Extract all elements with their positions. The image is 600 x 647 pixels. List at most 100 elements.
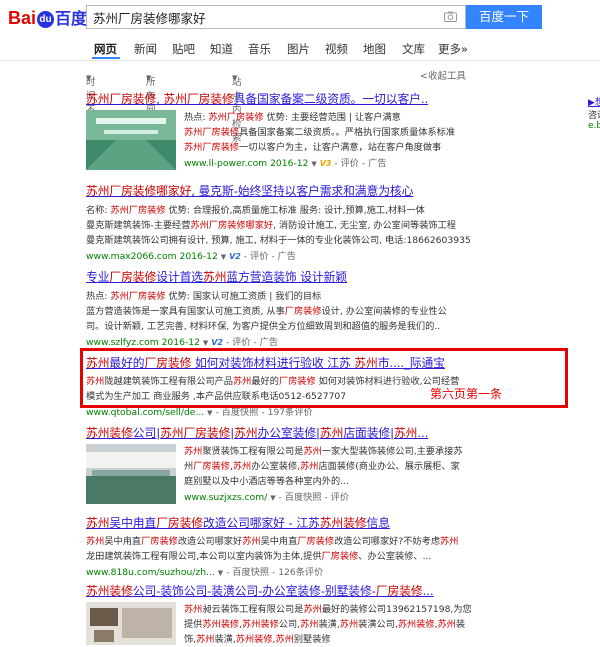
result-date: 2016-12: [270, 158, 309, 169]
title-text: ,: [156, 92, 164, 106]
result-snippet: 蓝方营造装饰是一家具有国家认可施工资质, 从事厂房装修设计, 办公室间装修的专业…: [86, 306, 447, 317]
result-title[interactable]: 苏州厂房装修哪家好, 曼克斯-始终坚持以客户需求和满意为核心: [86, 182, 486, 199]
collapse-tools-link[interactable]: <收起工具: [420, 68, 466, 82]
result-url[interactable]: www.max2066.com: [86, 251, 177, 262]
result-snippet: 苏州吴中甪直厂房装修改造公司哪家好苏州吴中甪直厂房装修改造公司哪家好?不妨考虑苏…: [86, 536, 459, 547]
tab-news[interactable]: 新闻: [134, 41, 157, 57]
result-snippet: 苏州昶云装饰工程有限公司是苏州最好的装修公司13962157198,为您: [184, 604, 472, 615]
v2-badge-icon[interactable]: V2: [211, 338, 223, 347]
result-7: 苏州装修公司-装饰公司-装潢公司-办公室装修-别墅装修-厂房装修... 苏州昶云…: [86, 582, 486, 645]
tab-music[interactable]: 音乐: [248, 41, 271, 57]
tab-wenku[interactable]: 文库: [402, 41, 425, 57]
search-box: [86, 5, 466, 29]
result-snippet: 苏州厂房装修具备国家备案二级资质。。严格执行国家质量体系标准: [184, 127, 456, 138]
caret-down-icon: ▼: [232, 74, 238, 82]
result-body: 苏州吴中甪直厂房装修改造公司哪家好苏州吴中甪直厂房装修改造公司哪家好?不妨考虑苏…: [86, 534, 486, 578]
result-snippet: 热点: 苏州厂房装修 优势: 主要经营范围 | 让客户满意: [184, 112, 401, 123]
right-ad-text: 咨讯: [588, 111, 600, 121]
result-title[interactable]: 专业厂房装修设计首选苏州蓝方营造装饰 设计新颖: [86, 268, 486, 285]
result-url[interactable]: www.qtobal.com/sell/de...: [86, 407, 204, 418]
result-snippet: 名称: 苏州厂房装修 优势: 合理报价,高质量施工标准 服务: 设计,预算,施工…: [86, 205, 425, 216]
result-meta[interactable]: - 评价 - 广告: [331, 158, 386, 169]
title-text: 具备国家备案二级资质。一切以客户..: [233, 92, 429, 106]
search-button[interactable]: 百度一下: [466, 5, 542, 29]
search-tools: 时间不限 ▼ 所有网页和文件 ▼ 站点内检索 ▼ <收起工具: [0, 62, 600, 172]
result-snippet: 州厂房装修,苏州办公室装修,苏州店面装修(商业办公、展示展柜、家: [184, 461, 460, 472]
result-url[interactable]: www.suzjxzs.com/: [184, 492, 267, 503]
caret-down-icon: ▼: [220, 253, 227, 261]
header: Baidu百度 百度一下: [0, 0, 600, 34]
result-url[interactable]: www.ll-power.com: [184, 158, 267, 169]
tab-map[interactable]: 地图: [363, 41, 386, 57]
title-highlight: 苏州厂房装修: [86, 92, 157, 106]
result-snippet: 龙田建筑装饰工程有限公司,本公司以室内装饰为主体,提供厂房装修、办公室装修、..…: [86, 551, 432, 562]
result-title[interactable]: 苏州装修公司|苏州厂房装修|苏州办公室装修|苏州店面装修|苏州...: [86, 424, 486, 441]
result-url-line: www.szlfyz.com 2016-12 ▼ V2 - 评价 - 广告: [86, 334, 486, 348]
result-snippet: 司。设计新颖, 工艺完善, 材料环保, 为客户提供全方位细致周到和超值的服务是我…: [86, 321, 441, 332]
tab-zhidao[interactable]: 知道: [210, 41, 233, 57]
title-text: 苏州吴中甪直厂房装修改造公司哪家好 - 江苏苏州装修信息: [86, 516, 390, 530]
result-url-line: www.max2066.com 2016-12 ▼ V2 - 评价 - 广告: [86, 248, 486, 262]
result-body: 名称: 苏州厂房装修 优势: 合理报价,高质量施工标准 服务: 设计,预算,施工…: [86, 203, 486, 262]
title-highlight: 苏州厂房装修: [163, 92, 234, 106]
baidu-logo[interactable]: Bai du 百度: [8, 6, 88, 30]
result-url[interactable]: www.szlfyz.com: [86, 337, 159, 348]
result-title[interactable]: 苏州装修公司-装饰公司-装潢公司-办公室装修-别墅装修-厂房装修...: [86, 582, 486, 599]
title-text: , 曼克斯-始终坚持以客户需求和满意为核心: [191, 184, 414, 198]
result-thumbnail[interactable]: [86, 110, 176, 170]
tab-tieba[interactable]: 贴吧: [172, 41, 195, 57]
logo-text: Bai: [8, 8, 37, 28]
tab-more[interactable]: 更多»: [438, 41, 468, 57]
result-meta[interactable]: - 评价 - 广告: [241, 251, 296, 262]
result-snippet: 苏州聚贤装饰工程有限公司是苏州一家大型装饰装修公司,主要承接苏: [184, 446, 463, 457]
result-thumbnail[interactable]: [86, 444, 176, 504]
tab-web[interactable]: 网页: [94, 41, 117, 57]
right-ad-title[interactable]: ▶想: [588, 95, 600, 108]
paw-icon: du: [37, 11, 55, 28]
result-body: 热点: 苏州厂房装修 优势: 主要经营范围 | 让客户满意 苏州厂房装修具备国家…: [184, 110, 484, 169]
result-meta[interactable]: - 百度快照 - 197条评价: [213, 407, 312, 418]
result-3: 专业厂房装修设计首选苏州蓝方营造装饰 设计新颖 热点: 苏州厂房装修 优势: 国…: [86, 268, 486, 348]
result-url-line: www.818u.com/suzhou/zh... ▼ - 百度快照 - 126…: [86, 564, 486, 578]
result-title[interactable]: 苏州厂房装修, 苏州厂房装修具备国家备案二级资质。一切以客户..: [86, 90, 486, 107]
search-input[interactable]: [93, 6, 433, 28]
logo-text-cn: 百度: [55, 11, 88, 28]
title-text: 专业厂房装修设计首选苏州蓝方营造装饰 设计新颖: [86, 270, 348, 284]
annotation-label: 第六页第一条: [430, 387, 503, 401]
result-body: 苏州聚贤装饰工程有限公司是苏州一家大型装饰装修公司,主要承接苏 州厂房装修,苏州…: [184, 444, 484, 503]
result-date: 2016-12: [179, 251, 218, 262]
vertical-tabs: 网页 新闻 贴吧 知道 音乐 图片 视频 地图 文库 更多»: [0, 34, 600, 61]
title-text: 苏州装修公司|苏州厂房装修|苏州办公室装修|苏州店面装修|苏州...: [86, 426, 429, 440]
result-5: 苏州装修公司|苏州厂房装修|苏州办公室装修|苏州店面装修|苏州... 苏州聚贤装…: [86, 424, 486, 504]
result-snippet: 提供苏州装修,苏州装修公司,苏州装潢,苏州装潢公司,苏州装修,苏州装: [184, 619, 466, 630]
result-date: 2016-12: [161, 337, 200, 348]
result-title[interactable]: 苏州吴中甪直厂房装修改造公司哪家好 - 江苏苏州装修信息: [86, 514, 486, 531]
tab-video[interactable]: 视频: [325, 41, 348, 57]
result-url-line: www.suzjxzs.com/ ▼ - 百度快照 - 评价: [184, 489, 484, 503]
caret-down-icon: ▼: [311, 160, 317, 168]
result-snippet: 曼克斯建筑装饰公司拥有设计, 预算, 施工, 材料于一体的专业化装饰公司, 电话…: [86, 235, 471, 246]
result-snippet: 曼克斯建筑装饰-主要经营苏州厂房装修哪家好, 消防设计施工, 无尘室, 办公室间…: [86, 220, 456, 231]
result-meta[interactable]: - 评价 - 广告: [223, 337, 278, 348]
camera-icon[interactable]: [444, 11, 457, 22]
title-highlight: 苏州厂房装修哪家好: [86, 184, 192, 198]
result-url-line: www.ll-power.com 2016-12 ▼ V3 - 评价 - 广告: [184, 155, 484, 169]
result-body: 热点: 苏州厂房装修 优势: 国家认可施工资质 | 我们的目标 蓝方营造装饰是一…: [86, 289, 486, 348]
v2-badge-icon[interactable]: V2: [229, 252, 241, 261]
result-thumbnail[interactable]: [86, 602, 176, 645]
right-ad-panel[interactable]: ▶想 咨讯 e.bai: [588, 95, 600, 131]
caret-down-icon: ▼: [86, 74, 92, 82]
result-6: 苏州吴中甪直厂房装修改造公司哪家好 - 江苏苏州装修信息 苏州吴中甪直厂房装修改…: [86, 514, 486, 578]
tab-images[interactable]: 图片: [287, 41, 310, 57]
result-snippet: 苏州厂房装修一切以客户为主，让客户满意，站在客户角度做事: [184, 142, 442, 153]
result-meta[interactable]: - 百度快照 - 评价: [276, 492, 350, 503]
v3-badge-icon[interactable]: V3: [320, 159, 332, 168]
right-ad-url[interactable]: e.bai: [588, 121, 600, 131]
result-1: 苏州厂房装修, 苏州厂房装修具备国家备案二级资质。一切以客户.. 热点: 苏州厂…: [86, 90, 486, 170]
active-tab-indicator: [92, 57, 120, 59]
result-meta[interactable]: - 百度快照 - 126条评价: [223, 567, 323, 578]
title-text: 苏州装修公司-装饰公司-装潢公司-办公室装修-别墅装修-厂房装修...: [86, 584, 434, 598]
result-url[interactable]: www.818u.com/suzhou/zh...: [86, 567, 215, 578]
result-body: 苏州昶云装饰工程有限公司是苏州最好的装修公司13962157198,为您 提供苏…: [184, 602, 484, 647]
result-2: 苏州厂房装修哪家好, 曼克斯-始终坚持以客户需求和满意为核心 名称: 苏州厂房装…: [86, 182, 486, 272]
